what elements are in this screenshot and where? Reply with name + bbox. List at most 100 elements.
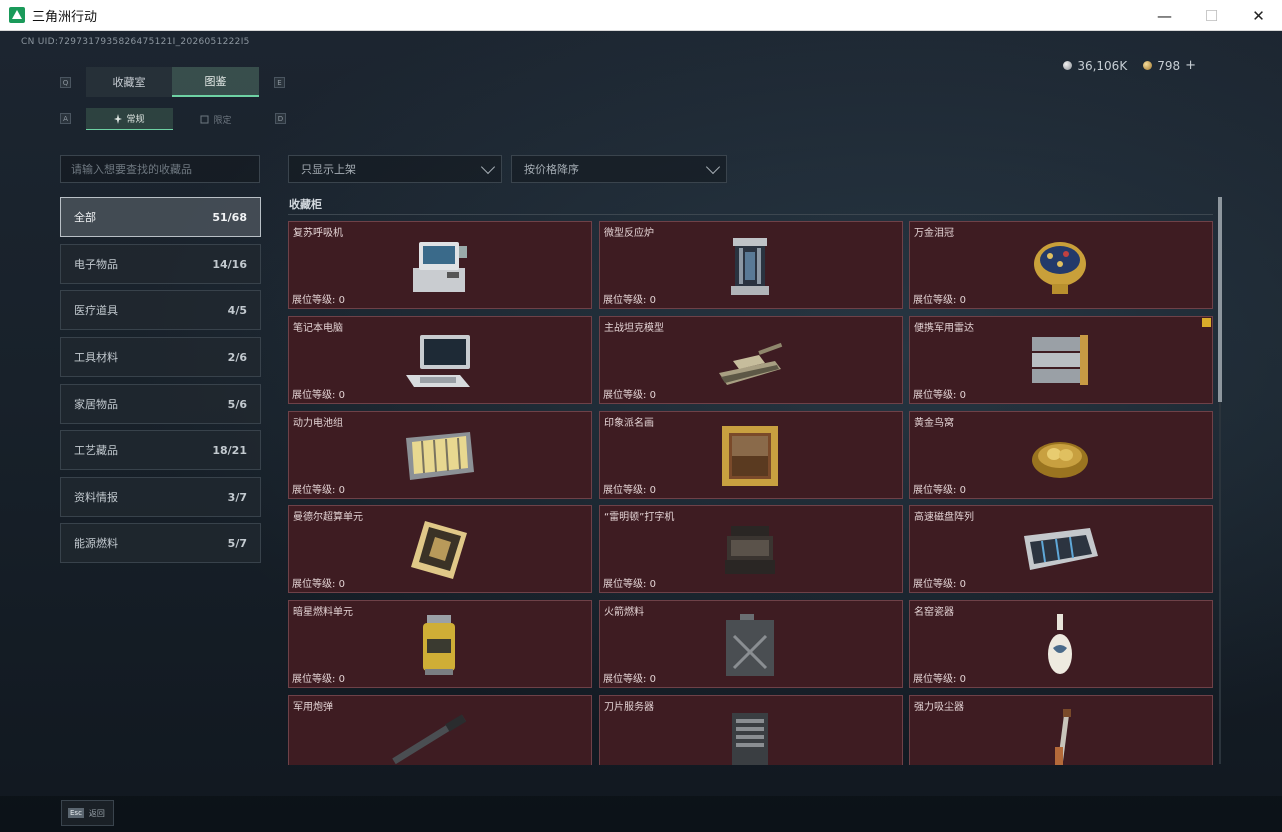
item-level: 展位等级: 0 — [603, 579, 656, 590]
chevron-down-icon — [705, 159, 721, 175]
display-filter-dropdown[interactable]: 只显示上架 — [288, 155, 502, 183]
item-card[interactable]: 火箭燃料 展位等级: 0 — [599, 600, 903, 688]
item-name: 动力电池组 — [293, 418, 343, 429]
silver-amount: 36,106K — [1077, 58, 1128, 73]
item-card[interactable]: 黄金鸟窝 展位等级: 0 — [909, 411, 1213, 499]
category-count: 5/6 — [227, 397, 247, 411]
category-medical[interactable]: 医疗道具 4/5 — [60, 290, 261, 330]
item-card[interactable]: 强力吸尘器 — [909, 695, 1213, 765]
item-level: 展位等级: 0 — [913, 485, 966, 496]
item-card[interactable]: “雷明顿”打字机 展位等级: 0 — [599, 505, 903, 593]
item-name: 强力吸尘器 — [914, 702, 964, 713]
esc-key-hint: Esc — [68, 808, 84, 818]
tab-collection-room[interactable]: 收藏室 — [86, 67, 172, 97]
category-crafts[interactable]: 工艺藏品 18/21 — [60, 430, 261, 470]
typewriter-icon — [710, 518, 790, 582]
category-intel[interactable]: 资料情报 3/7 — [60, 477, 261, 517]
item-card[interactable]: 笔记本电脑 展位等级: 0 — [288, 316, 592, 404]
search-input[interactable]: 请输入想要查找的收藏品 — [60, 155, 260, 183]
category-energy[interactable]: 能源燃料 5/7 — [60, 523, 261, 563]
currency-bar: 36,106K 798 + — [1063, 58, 1196, 73]
footer-bar — [0, 796, 1282, 832]
app-logo-icon — [9, 7, 25, 23]
item-card[interactable]: 高速磁盘阵列 展位等级: 0 — [909, 505, 1213, 593]
artillery-shell-icon — [389, 706, 469, 765]
item-name: 高速磁盘阵列 — [914, 512, 974, 523]
disk-array-icon — [1020, 518, 1100, 582]
close-button[interactable]: ✕ — [1235, 0, 1282, 31]
add-currency-button[interactable]: + — [1185, 58, 1196, 73]
category-household[interactable]: 家居物品 5/6 — [60, 384, 261, 424]
tab-limited[interactable]: 限定 — [173, 108, 259, 130]
item-name: “雷明顿”打字机 — [604, 512, 675, 523]
item-name: 微型反应炉 — [604, 228, 654, 239]
category-electronics[interactable]: 电子物品 14/16 — [60, 244, 261, 284]
gold-currency: 798 + — [1143, 58, 1196, 73]
item-level: 展位等级: 0 — [292, 674, 345, 685]
tab-catalog[interactable]: 图鉴 — [172, 67, 259, 97]
item-card[interactable]: 名窑瓷器 展位等级: 0 — [909, 600, 1213, 688]
item-name: 便携军用雷达 — [914, 323, 974, 334]
key-hint-d: D — [275, 113, 286, 124]
blade-server-icon — [710, 708, 790, 765]
category-count: 3/7 — [227, 490, 247, 504]
item-card[interactable]: 微型反应炉 展位等级: 0 — [599, 221, 903, 309]
silver-coin-icon — [1063, 61, 1073, 70]
item-level: 展位等级: 0 — [913, 390, 966, 401]
key-hint-q: Q — [60, 77, 71, 88]
item-level: 展位等级: 0 — [603, 485, 656, 496]
category-label: 家居物品 — [74, 398, 118, 411]
player-uid: CN UID:7297317935826475121I_2026051222I5 — [21, 37, 250, 47]
gold-amount: 798 — [1157, 58, 1181, 73]
gold-coin-icon — [1143, 61, 1153, 70]
item-level: 展位等级: 0 — [292, 295, 345, 306]
maximize-button[interactable]: ☐ — [1188, 0, 1235, 31]
category-label: 资料情报 — [74, 491, 118, 504]
item-card[interactable]: 暗星燃料单元 展位等级: 0 — [288, 600, 592, 688]
item-card[interactable]: 刀片服务器 — [599, 695, 903, 765]
item-name: 名窑瓷器 — [914, 607, 954, 618]
fuel-cell-icon — [399, 613, 479, 677]
item-name: 军用炮弹 — [293, 702, 333, 713]
category-all[interactable]: 全部 51/68 — [60, 197, 261, 237]
item-card[interactable]: 万金泪冠 展位等级: 0 — [909, 221, 1213, 309]
item-card[interactable]: 主战坦克模型 展位等级: 0 — [599, 316, 903, 404]
category-count: 14/16 — [212, 257, 247, 271]
category-label: 工艺藏品 — [74, 444, 118, 457]
category-count: 2/6 — [227, 350, 247, 364]
item-name: 黄金鸟窝 — [914, 418, 954, 429]
minimize-button[interactable]: — — [1141, 0, 1188, 31]
category-label: 能源燃料 — [74, 537, 118, 550]
chevron-down-icon — [480, 159, 496, 175]
item-level: 展位等级: 0 — [292, 485, 345, 496]
golden-nest-icon — [1020, 424, 1100, 488]
category-tools[interactable]: 工具材料 2/6 — [60, 337, 261, 377]
regular-tab-icon — [114, 113, 123, 124]
tab-regular[interactable]: 常规 — [86, 108, 173, 130]
tab-limited-label: 限定 — [213, 115, 232, 126]
section-title: 收藏柜 — [289, 198, 322, 211]
item-card[interactable]: 复苏呼吸机 展位等级: 0 — [288, 221, 592, 309]
scrollbar-thumb[interactable] — [1218, 197, 1222, 402]
item-card[interactable]: 动力电池组 展位等级: 0 — [288, 411, 592, 499]
category-count: 51/68 — [212, 210, 247, 224]
item-card[interactable]: 印象派名画 展位等级: 0 — [599, 411, 903, 499]
item-name: 万金泪冠 — [914, 228, 954, 239]
reactor-icon — [710, 234, 790, 298]
item-card[interactable]: 曼德尔超算单元 展位等级: 0 — [288, 505, 592, 593]
game-screen: CN UID:7297317935826475121I_2026051222I5… — [0, 31, 1282, 832]
sort-dropdown[interactable]: 按价格降序 — [511, 155, 727, 183]
jeweled-egg-icon — [1020, 234, 1100, 298]
window-titlebar: 三角洲行动 — ☐ ✕ — [0, 0, 1282, 31]
back-label: 返回 — [88, 808, 105, 818]
category-label: 医疗道具 — [74, 304, 118, 317]
battery-pack-icon — [399, 424, 479, 488]
painting-icon — [710, 424, 790, 488]
item-card[interactable]: 军用炮弹 — [288, 695, 592, 765]
collection-grid: 复苏呼吸机 展位等级: 0 微型反应炉 展位等级: 0 万金泪冠 展位等级: 0… — [287, 221, 1214, 765]
item-name: 主战坦克模型 — [604, 323, 664, 334]
sort-value: 按价格降序 — [524, 163, 579, 176]
back-button[interactable]: Esc 返回 — [61, 800, 114, 826]
item-card[interactable]: 便携军用雷达 展位等级: 0 — [909, 316, 1213, 404]
item-level: 展位等级: 0 — [913, 579, 966, 590]
